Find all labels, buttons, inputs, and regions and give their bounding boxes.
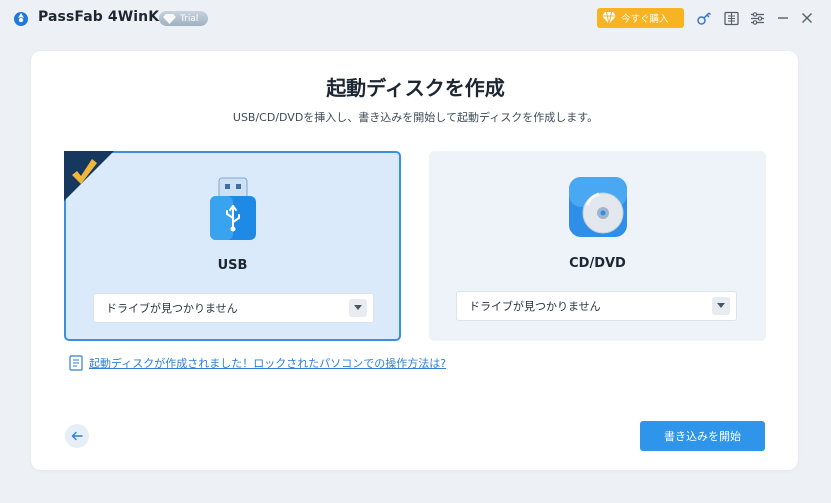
usb-label: USB xyxy=(217,258,248,273)
buy-now-label: 今すぐ購入 xyxy=(621,14,669,25)
cd-dvd-icon xyxy=(568,177,627,237)
trial-label: Trial xyxy=(180,13,199,24)
settings-icon[interactable] xyxy=(747,8,767,28)
title-bar: PassFab 4WinKey Trial 今すぐ購入 xyxy=(0,0,831,36)
usb-option-card[interactable]: USB ドライブが見つかりません xyxy=(64,151,401,341)
cd-dvd-label: CD/DVD xyxy=(569,256,626,271)
minimize-icon[interactable] xyxy=(773,8,793,28)
trial-badge: Trial xyxy=(159,11,208,26)
chevron-down-icon[interactable] xyxy=(712,297,730,315)
page-title: 起動ディスクを作成 xyxy=(326,76,505,100)
usb-drive-select-value: ドライブが見つかりません xyxy=(106,302,238,315)
help-link-text[interactable]: 起動ディスクが作成されました！ロックされたパソコンでの操作方法は? xyxy=(89,355,446,371)
document-icon xyxy=(69,355,83,371)
diamond-icon xyxy=(163,13,176,24)
app-logo-icon xyxy=(14,12,28,26)
buy-now-button[interactable]: 今すぐ購入 xyxy=(597,8,684,28)
help-link[interactable]: 起動ディスクが作成されました！ロックされたパソコンでの操作方法は? xyxy=(69,355,446,371)
cd-dvd-drive-select-value: ドライブが見つかりません xyxy=(469,300,601,313)
back-button[interactable] xyxy=(65,424,89,448)
key-icon[interactable] xyxy=(694,8,714,28)
start-burn-button[interactable]: 書き込みを開始 xyxy=(640,421,765,451)
cd-dvd-option-card[interactable]: CD/DVD ドライブが見つかりません xyxy=(429,151,766,341)
page-subtitle: USB/CD/DVDを挿入し、書き込みを開始して起動ディスクを作成します。 xyxy=(232,111,599,124)
checkmark-icon xyxy=(64,151,114,201)
usb-drive-select[interactable]: ドライブが見つかりません xyxy=(93,293,374,323)
usb-icon xyxy=(209,177,256,240)
list-icon[interactable] xyxy=(721,8,741,28)
cd-dvd-drive-select[interactable]: ドライブが見つかりません xyxy=(456,291,737,321)
diamond-icon xyxy=(602,11,616,25)
chevron-down-icon[interactable] xyxy=(349,299,367,317)
back-arrow-icon xyxy=(71,431,83,441)
app-title: PassFab 4WinKey xyxy=(38,9,178,25)
close-icon[interactable] xyxy=(797,8,817,28)
